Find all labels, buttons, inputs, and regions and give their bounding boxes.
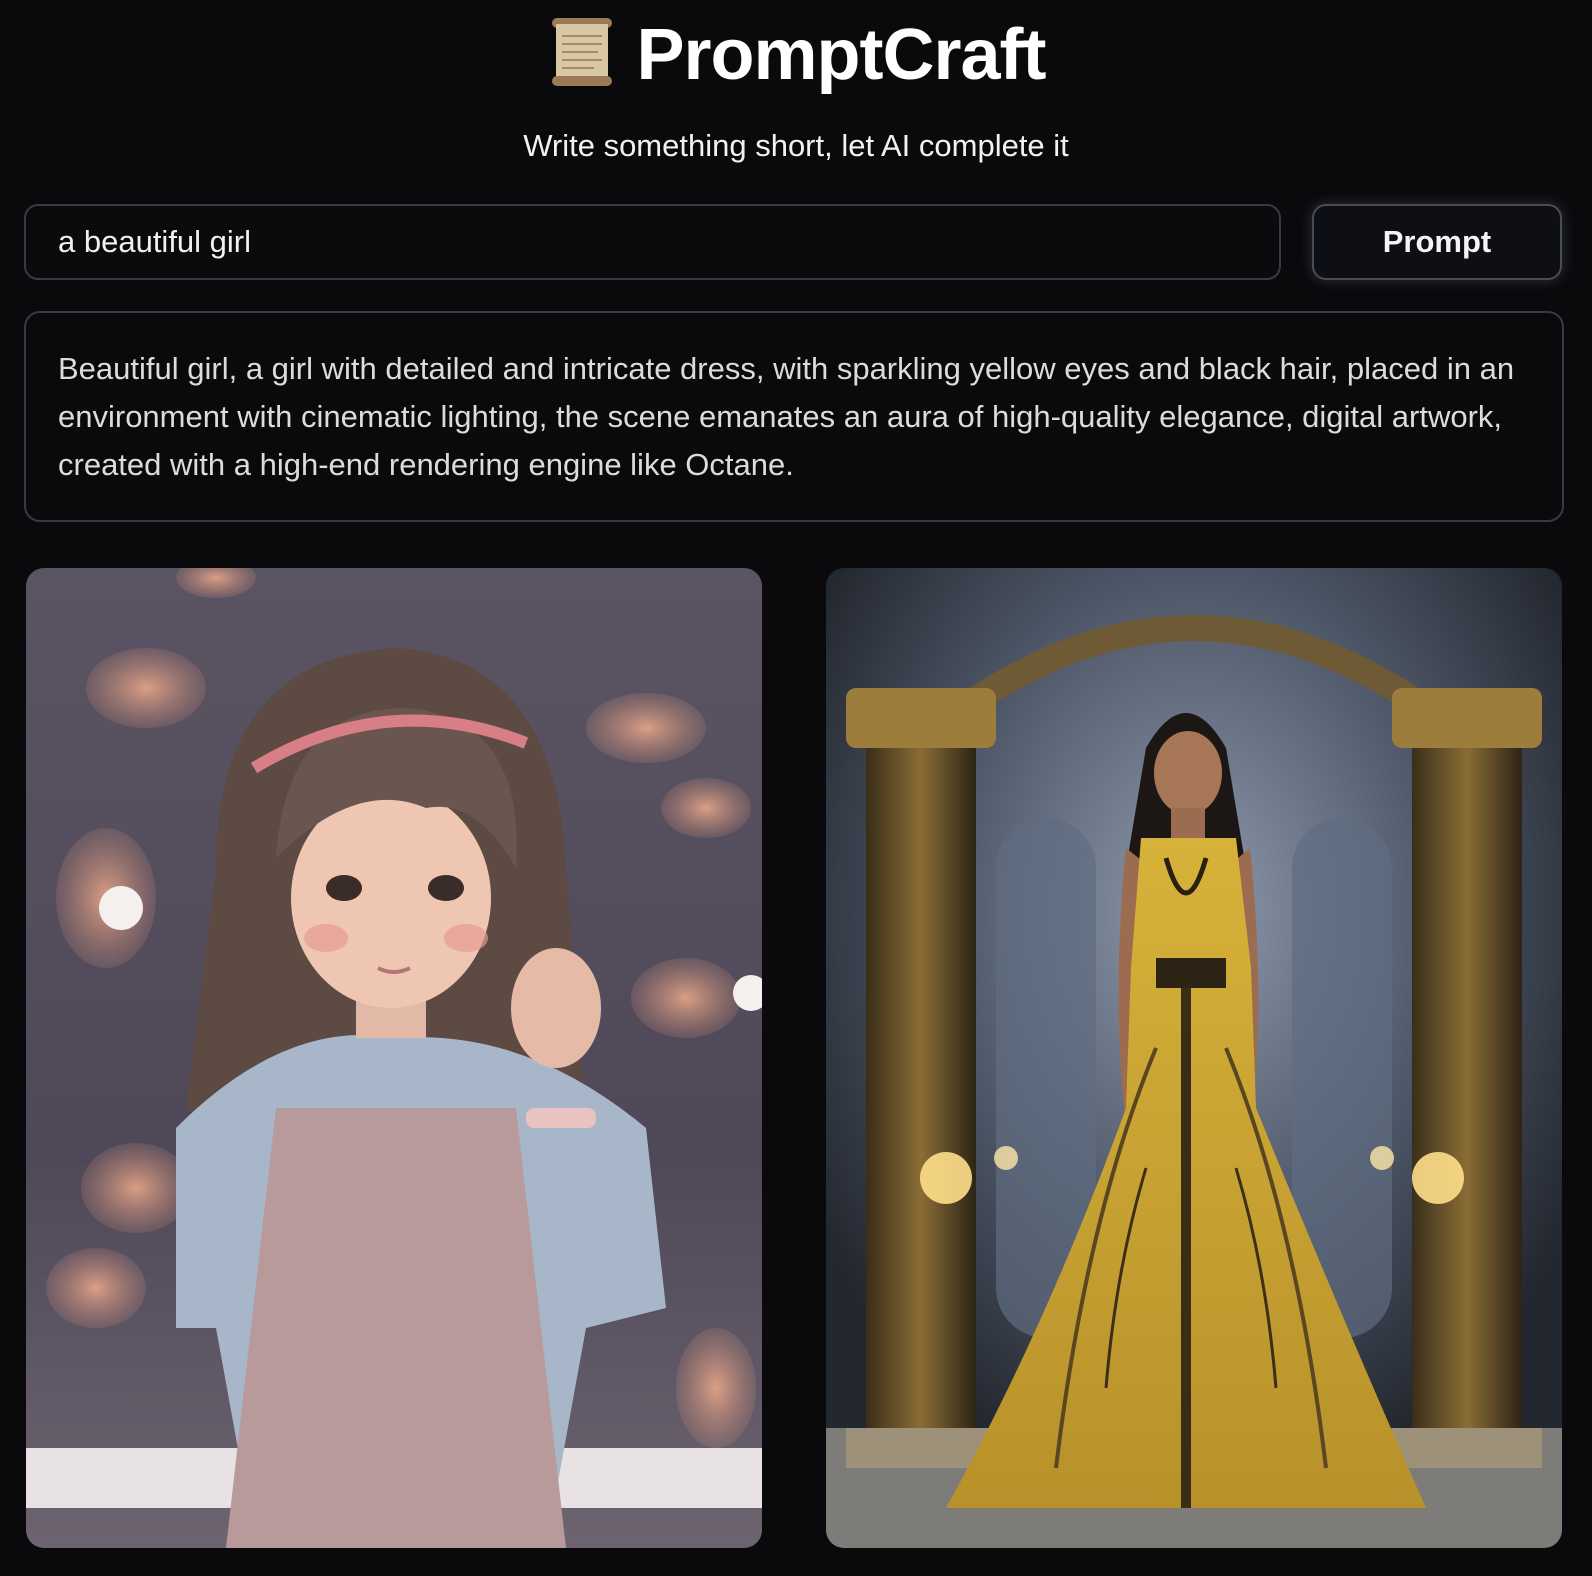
app-subtitle: Write something short, let AI complete i… — [523, 128, 1069, 163]
header: PromptCraft — [0, 0, 1592, 110]
prompt-input[interactable] — [24, 204, 1281, 280]
generated-image-2[interactable] — [826, 568, 1562, 1548]
generated-image-1[interactable] — [26, 568, 762, 1548]
generated-prompt-text: Beautiful girl, a girl with detailed and… — [58, 351, 1515, 482]
prompt-button[interactable]: Prompt — [1312, 204, 1562, 280]
golden-gown-woman-image — [826, 568, 1562, 1548]
scroll-icon — [546, 14, 618, 90]
generated-prompt-box: Beautiful girl, a girl with detailed and… — [24, 311, 1564, 522]
anime-girl-image — [26, 568, 762, 1548]
app-title: PromptCraft — [636, 15, 1046, 95]
app-page: PromptCraft Write something short, let A… — [0, 0, 1592, 1576]
